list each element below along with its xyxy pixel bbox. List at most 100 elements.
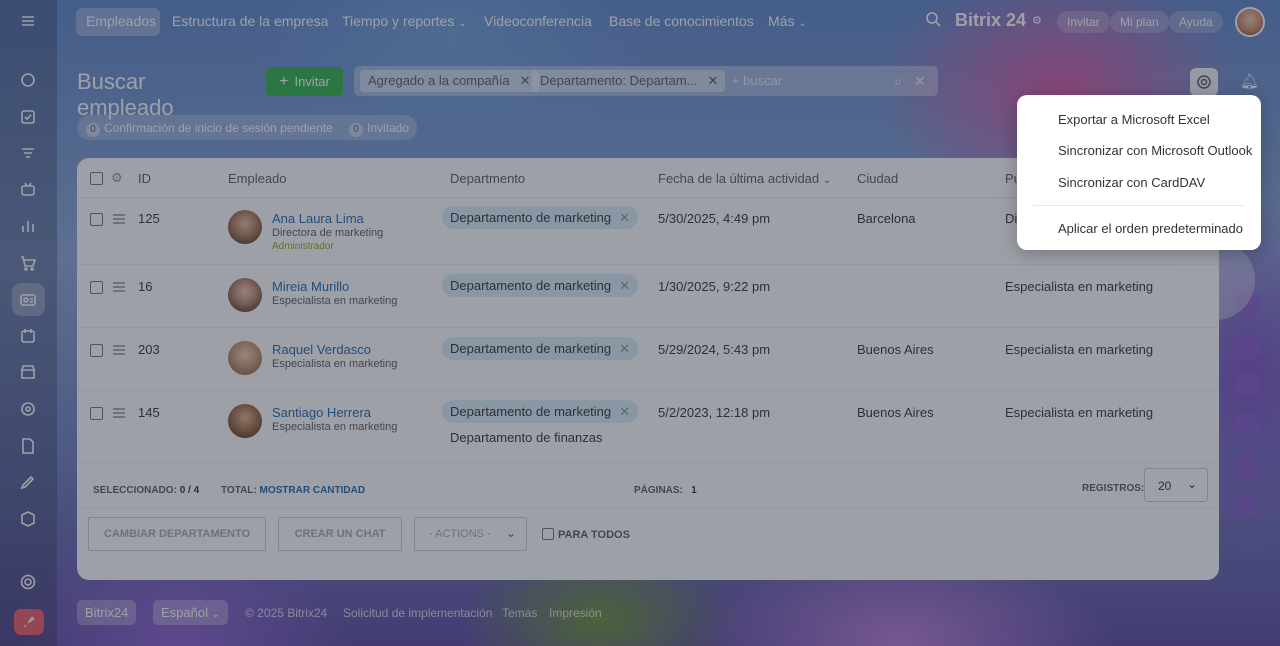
close-icon[interactable]: ✕ [619,341,630,356]
search-icon[interactable]: ⌕ [894,73,902,90]
cart-icon[interactable] [17,252,39,274]
sign-icon[interactable] [17,471,39,493]
store-icon[interactable] [17,361,39,383]
my-plan-pill[interactable]: Mi plan [1110,11,1169,33]
documents-icon[interactable] [17,435,39,457]
tab-employees[interactable]: Empleados [86,13,156,29]
clear-icon[interactable]: ✕ [914,73,926,90]
pages-value[interactable]: 1 [691,485,697,496]
menu-item-export-excel[interactable]: Exportar a Microsoft Excel [1058,112,1210,127]
help-pill[interactable]: Ayuda [1169,11,1223,33]
row-checkbox[interactable] [90,281,103,294]
column-employee[interactable]: Empleado [228,171,287,186]
avatar[interactable] [228,278,262,312]
invite-button[interactable]: + Invitar [266,67,343,96]
bell-icon[interactable]: 🔔︎ [1240,72,1259,90]
close-icon[interactable]: ✕ [619,278,630,293]
column-last-activity[interactable]: Fecha de la última actividad ⌄ [658,171,831,186]
menu-item-sync-outlook[interactable]: Sincronizar con Microsoft Outlook [1058,143,1252,158]
for-all-checkbox[interactable] [542,528,554,540]
tab-time-reports[interactable]: Tiempo y reportes ⌄ [342,13,467,29]
department-tag[interactable]: Departamento de marketing ✕ [442,400,639,423]
filter-chip-department[interactable]: Departamento: Departam... ✕ [532,70,725,92]
column-settings-gear-icon[interactable]: ⚙ [111,170,123,186]
create-chat-button[interactable]: CREAR UN CHAT [278,517,402,551]
implementation-link[interactable]: Solicitud de implementación [343,606,492,620]
feed-icon[interactable] [17,69,39,91]
rocket-icon[interactable] [14,609,44,635]
themes-link[interactable]: Temas [502,606,537,620]
robot-icon[interactable] [17,178,39,200]
chat-avatar[interactable] [1234,372,1260,398]
search-input[interactable]: + buscar [732,73,782,88]
close-icon[interactable]: ✕ [520,73,531,88]
invite-pill[interactable]: Invitar [1057,11,1110,33]
table-row[interactable]: 203 Raquel Verdasco Especialista en mark… [77,328,1219,391]
department-tag[interactable]: Departamento de marketing ✕ [442,337,639,360]
employee-name-link[interactable]: Ana Laura Lima [272,211,364,226]
change-department-button[interactable]: CAMBIAR DEPARTAMENTO [88,517,266,551]
drag-handle-icon[interactable] [113,408,125,418]
user-avatar[interactable] [1235,7,1265,37]
tab-videoconference[interactable]: Videoconferencia [484,13,592,29]
tab-company-structure[interactable]: Estructura de la empresa [172,13,328,29]
column-id[interactable]: ID [138,171,151,186]
tasks-icon[interactable] [17,106,39,128]
tab-more[interactable]: Más ⌄ [768,13,807,29]
invite-button-label: Invitar [294,74,330,89]
row-checkbox[interactable] [90,344,103,357]
grid-settings-gear-icon[interactable] [1190,68,1218,96]
column-city[interactable]: Ciudad [857,171,898,186]
crm-icon[interactable] [17,142,39,164]
chat-avatar[interactable] [1234,453,1260,479]
hamburger-menu-icon[interactable] [17,10,39,32]
next-arrow-icon[interactable]: › [1175,240,1255,320]
table-row[interactable]: 16 Mireia Murillo Especialista en market… [77,265,1219,328]
settings-icon[interactable] [17,571,39,593]
table-row[interactable]: 145 Santiago Herrera Especialista en mar… [77,391,1219,463]
box-icon[interactable] [17,508,39,530]
chat-avatar[interactable] [1234,335,1260,361]
department-tag[interactable]: Departamento de marketing ✕ [442,274,639,297]
invited-counter[interactable]: 0 Invitado [349,121,409,137]
avatar[interactable] [228,210,262,244]
show-count-link[interactable]: MOSTRAR CANTIDAD [260,485,366,496]
filter-search-box[interactable]: Agregado a la compañía ✕ Departamento: De… [354,66,938,96]
employee-name-link[interactable]: Mireia Murillo [272,279,349,294]
brand-logo[interactable]: Bitrix 24 [955,10,1026,31]
calendar-icon[interactable] [17,325,39,347]
menu-item-sync-carddav[interactable]: Sincronizar con CardDAV [1058,175,1205,190]
search-icon[interactable] [925,11,941,30]
close-icon[interactable]: ✕ [619,404,630,419]
column-department[interactable]: Departmento [450,171,525,186]
employee-name-link[interactable]: Santiago Herrera [272,405,371,420]
select-all-checkbox[interactable] [90,172,103,185]
employees-icon[interactable] [17,289,39,311]
employee-id: 203 [138,342,160,357]
close-icon[interactable]: ✕ [708,73,719,88]
language-select[interactable]: Español ⌄ [153,600,228,625]
actions-select[interactable]: - ACTIONS - ⌄ [414,517,527,551]
chat-avatar[interactable] [1234,413,1260,439]
filter-chip-added[interactable]: Agregado a la compañía ✕ [360,70,539,92]
chat-avatar[interactable] [1234,492,1260,518]
row-checkbox[interactable] [90,213,103,226]
close-icon[interactable]: ✕ [619,210,630,225]
avatar[interactable] [228,404,262,438]
last-activity: 1/30/2025, 9:22 pm [658,279,771,294]
records-per-page-select[interactable]: 20 ⌄ [1144,468,1208,502]
drag-handle-icon[interactable] [113,282,125,292]
menu-item-default-order[interactable]: Aplicar el orden predeterminado [1058,221,1243,236]
row-checkbox[interactable] [90,407,103,420]
department-tag[interactable]: Departamento de marketing ✕ [442,206,639,229]
pending-login-counter[interactable]: 0 Confirmación de inicio de sesión pendie… [86,121,333,137]
reports-icon[interactable] [17,215,39,237]
drag-handle-icon[interactable] [113,345,125,355]
tab-knowledge-base[interactable]: Base de conocimientos [609,13,754,29]
drag-handle-icon[interactable] [113,214,125,224]
goals-icon[interactable] [17,398,39,420]
avatar[interactable] [228,341,262,375]
print-link[interactable]: Impresión [549,606,602,620]
bitrix-logo-button[interactable]: Bitrix24 [77,600,137,625]
employee-name-link[interactable]: Raquel Verdasco [272,342,371,357]
